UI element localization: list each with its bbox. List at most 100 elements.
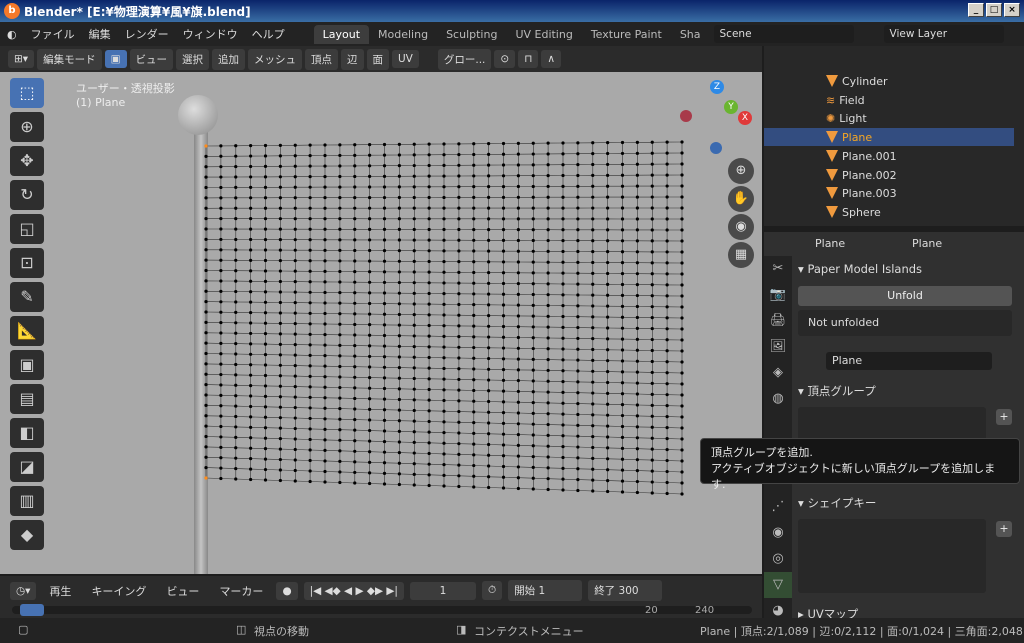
stopwatch-icon[interactable]: ⏱ — [481, 581, 503, 600]
proportional-edit-icon[interactable]: ∧ — [541, 50, 562, 68]
maximize-button[interactable]: □ — [986, 3, 1002, 17]
move-tool-icon[interactable]: ✥ — [10, 146, 44, 176]
menu-render[interactable]: レンダー — [118, 26, 176, 42]
loop-cut-tool-icon[interactable]: ▥ — [10, 486, 44, 516]
extrude-tool-icon[interactable]: ▤ — [10, 384, 44, 414]
viewport-object-label: (1) Plane — [76, 96, 126, 109]
cursor-tool-icon[interactable]: ⊕ — [10, 112, 44, 142]
orientation-selector[interactable]: グロー... — [437, 48, 492, 70]
menu-help[interactable]: ヘルプ — [245, 26, 292, 42]
vertex-select-mode-button[interactable]: ▣ — [104, 50, 127, 68]
axis-x-icon[interactable]: X — [738, 111, 752, 125]
pan-hand-icon[interactable]: ✋ — [728, 186, 754, 212]
bevel-tool-icon[interactable]: ◪ — [10, 452, 44, 482]
vertex-menu[interactable]: 頂点 — [305, 48, 338, 70]
mesh-data-tab-icon[interactable]: ▽ — [764, 572, 792, 598]
scale-tool-icon[interactable]: ◱ — [10, 214, 44, 244]
mesh-datablock-field[interactable]: Plane — [826, 352, 992, 370]
add-menu[interactable]: 追加 — [212, 48, 245, 70]
timeline-view-menu[interactable]: ビュー — [159, 583, 206, 599]
menu-file[interactable]: ファイル — [24, 26, 82, 42]
zoom-icon[interactable]: ⊕ — [728, 158, 754, 184]
navigation-gizmo[interactable]: Z Y X — [680, 80, 755, 155]
start-frame-field[interactable]: 開始 1 — [508, 580, 583, 601]
axis-y-icon[interactable]: Y — [724, 100, 738, 114]
select-menu[interactable]: 選択 — [176, 48, 209, 70]
shape-keys-list[interactable] — [798, 519, 986, 593]
outliner-item-plane-002[interactable]: Plane.002 — [764, 166, 1014, 184]
tab-sculpting[interactable]: Sculpting — [437, 25, 506, 44]
mesh-menu[interactable]: メッシュ — [248, 48, 302, 70]
add-vertex-group-button[interactable]: + — [996, 409, 1012, 425]
add-cube-tool-icon[interactable]: ▣ — [10, 350, 44, 380]
camera-view-icon[interactable]: ◉ — [728, 214, 754, 240]
tab-uv-editing[interactable]: UV Editing — [506, 25, 581, 44]
outliner-item-field[interactable]: ≋ Field — [764, 91, 1014, 109]
view-menu[interactable]: ビュー — [129, 48, 173, 70]
playhead[interactable] — [20, 604, 44, 616]
scene-selector[interactable]: Scene — [713, 25, 854, 43]
tab-texture-paint[interactable]: Texture Paint — [582, 25, 671, 44]
poly-build-tool-icon[interactable]: ◆ — [10, 520, 44, 550]
inset-tool-icon[interactable]: ◧ — [10, 418, 44, 448]
outliner-item-plane-001[interactable]: Plane.001 — [764, 147, 1014, 165]
axis-neg-y-icon[interactable] — [680, 110, 692, 122]
face-menu[interactable]: 面 — [366, 48, 389, 70]
view-layer-tab-icon[interactable]: 🖼 — [764, 334, 792, 360]
title-bar: b Blender* [E:¥物理演算¥風¥旗.blend] _ □ × — [0, 0, 1024, 22]
playback-menu[interactable]: 再生 — [42, 583, 78, 599]
tab-layout[interactable]: Layout — [313, 24, 370, 44]
tab-shading[interactable]: Sha — [671, 25, 710, 44]
keying-menu[interactable]: キーイング — [84, 583, 153, 599]
current-frame-field[interactable]: 1 — [409, 581, 476, 600]
constraints-tab-icon[interactable]: ◎ — [764, 546, 792, 572]
record-button[interactable]: ● — [276, 581, 298, 600]
flag-mesh[interactable] — [200, 138, 690, 500]
uv-menu[interactable]: UV — [392, 50, 419, 68]
perspective-toggle-icon[interactable]: ▦ — [728, 242, 754, 268]
paper-model-panel-header[interactable]: ▾ Paper Model Islands — [798, 262, 922, 276]
timeline-editor-icon[interactable]: ◷▾ — [10, 581, 37, 600]
close-button[interactable]: × — [1004, 3, 1020, 17]
world-tab-icon[interactable]: ◍ — [764, 386, 792, 412]
vertex-groups-list[interactable] — [798, 407, 986, 441]
viewport-projection-label: ユーザー・透視投影 — [76, 82, 175, 95]
end-frame-field[interactable]: 終了 300 — [588, 580, 663, 601]
outliner-item-plane[interactable]: Plane — [764, 128, 1014, 146]
output-tab-icon[interactable]: 🖨 — [764, 308, 792, 334]
editor-type-button[interactable]: ⊞▾ — [8, 50, 35, 68]
playback-controls[interactable]: |◀ ◀◆ ◀ ▶ ◆▶ ▶| — [303, 581, 404, 600]
blender-menu-icon[interactable]: ◐ — [0, 28, 24, 41]
outliner-item-light[interactable]: ✺ Light — [764, 109, 1014, 127]
render-tab-icon[interactable]: 📷 — [764, 282, 792, 308]
add-shape-key-button[interactable]: + — [996, 521, 1012, 537]
tab-modeling[interactable]: Modeling — [369, 25, 437, 44]
select-box-tool-icon[interactable]: ⬚ — [10, 78, 44, 108]
axis-neg-z-icon[interactable] — [710, 142, 722, 154]
menu-window[interactable]: ウィンドウ — [176, 26, 245, 42]
outliner-item-plane-003[interactable]: Plane.003 — [764, 184, 1014, 202]
physics-tab-icon[interactable]: ◉ — [764, 520, 792, 546]
scene-tab-icon[interactable]: ◈ — [764, 360, 792, 386]
outliner-item-cylinder[interactable]: Cylinder — [764, 72, 1014, 90]
annotate-tool-icon[interactable]: ✎ — [10, 282, 44, 312]
menu-edit[interactable]: 編集 — [82, 26, 118, 42]
snap-icon[interactable]: ⊓ — [518, 50, 539, 68]
edge-menu[interactable]: 辺 — [341, 48, 364, 70]
rotate-tool-icon[interactable]: ↻ — [10, 180, 44, 210]
minimize-button[interactable]: _ — [968, 3, 984, 17]
timeline-scrubber[interactable] — [12, 606, 752, 614]
view-layer-selector[interactable]: View Layer — [883, 25, 1004, 43]
pivot-icon[interactable]: ⊙ — [494, 50, 516, 68]
axis-z-icon[interactable]: Z — [710, 80, 724, 94]
vertex-groups-panel-header[interactable]: ▾ 頂点グループ — [798, 383, 876, 399]
outliner-item-sphere[interactable]: Sphere — [764, 203, 1014, 221]
tool-tab-icon[interactable]: ✂ — [764, 256, 792, 282]
unfold-button[interactable]: Unfold — [798, 286, 1012, 306]
particles-tab-icon[interactable]: ⋰ — [764, 494, 792, 520]
measure-tool-icon[interactable]: 📐 — [10, 316, 44, 346]
transform-tool-icon[interactable]: ⊡ — [10, 248, 44, 278]
marker-menu[interactable]: マーカー — [212, 583, 270, 599]
shape-keys-panel-header[interactable]: ▾ シェイプキー — [798, 495, 876, 511]
mode-selector[interactable]: 編集モード — [37, 48, 102, 70]
